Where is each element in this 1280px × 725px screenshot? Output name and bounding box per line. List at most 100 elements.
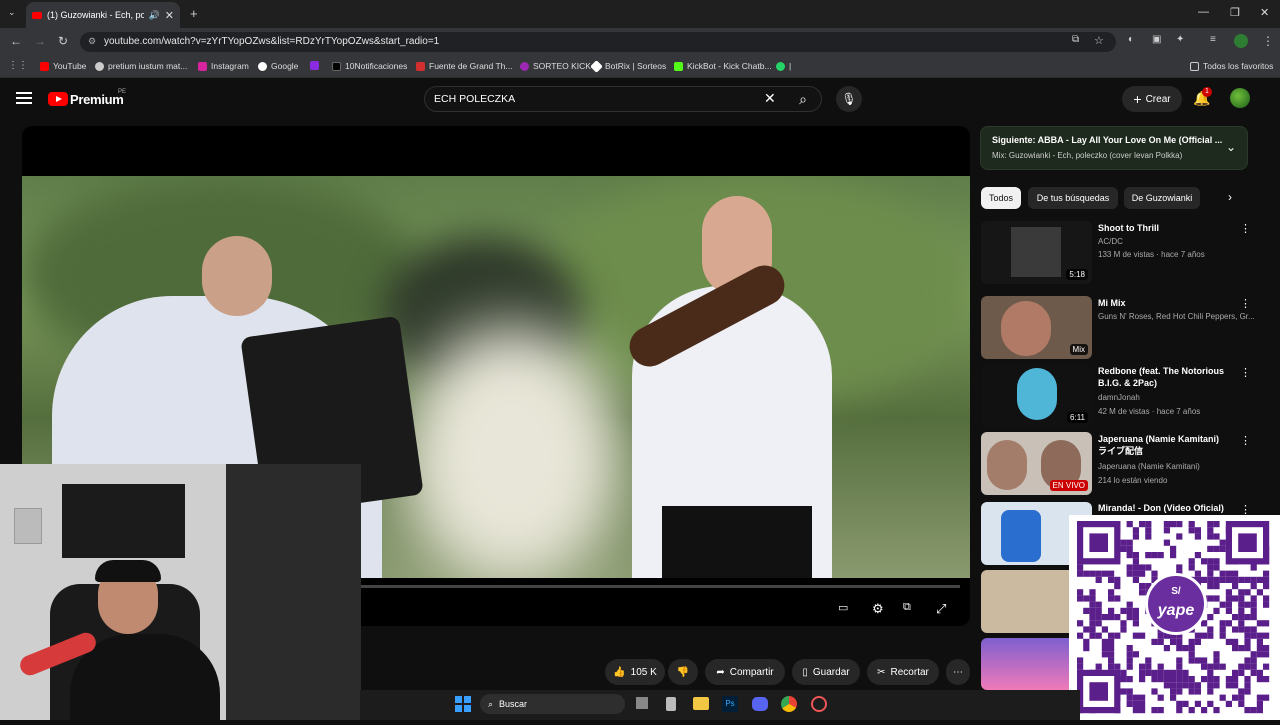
bookmark-google[interactable]: Google bbox=[258, 61, 298, 71]
bookmark-sorteo[interactable]: SORTEO KICK bbox=[520, 61, 591, 71]
video-channel[interactable]: AC/DC bbox=[1098, 237, 1123, 246]
extensions-puzzle-icon[interactable]: ✦ bbox=[1176, 34, 1184, 45]
forward-icon[interactable]: → bbox=[34, 34, 46, 48]
app-icon[interactable] bbox=[666, 697, 676, 711]
video-channel[interactable]: Guns N' Roses, Red Hot Chili Peppers, Gr… bbox=[1098, 312, 1255, 321]
video-thumbnail[interactable]: Mix bbox=[981, 296, 1092, 359]
url-text[interactable]: youtube.com/watch?v=zYrTYopOZws&list=RDz… bbox=[104, 36, 439, 47]
qr-module bbox=[1263, 663, 1270, 670]
mix-playlist-panel[interactable] bbox=[980, 126, 1248, 170]
save-button[interactable]: ▯ Guardar bbox=[792, 659, 860, 685]
windows-start-icon[interactable] bbox=[455, 696, 471, 712]
bookmark-whatsapp[interactable]: | bbox=[776, 61, 791, 71]
minimize-icon[interactable]: — bbox=[1198, 6, 1209, 18]
youtube-logo-icon[interactable] bbox=[48, 92, 68, 106]
qr-module bbox=[1170, 676, 1177, 683]
close-tab-icon[interactable]: ✕ bbox=[165, 9, 174, 22]
file-explorer-icon[interactable] bbox=[693, 697, 709, 710]
qr-module bbox=[1194, 700, 1201, 707]
photoshop-icon[interactable]: Ps bbox=[722, 696, 738, 712]
extension-icon[interactable]: ▣ bbox=[1152, 34, 1161, 45]
premium-logo-text[interactable]: Premium bbox=[70, 92, 124, 107]
qr-module bbox=[1139, 676, 1146, 683]
chevron-down-icon[interactable]: ⌄ bbox=[1226, 140, 1236, 154]
tab-list-icon[interactable]: ⌄ bbox=[8, 7, 16, 18]
chip-from-guzowianki[interactable]: De Guzowianki bbox=[1124, 187, 1200, 209]
clear-search-icon[interactable]: ✕ bbox=[764, 90, 776, 107]
bookmark-pretium[interactable]: pretium iustum mat... bbox=[95, 61, 187, 71]
bookmark-star-icon[interactable]: ☆ bbox=[1094, 34, 1104, 47]
video-title[interactable]: Japeruana (Namie Kamitani)ライブ配信 bbox=[1098, 433, 1228, 457]
chevron-right-icon[interactable]: › bbox=[1228, 190, 1232, 204]
reload-icon[interactable]: ↻ bbox=[58, 34, 68, 48]
qr-module bbox=[1244, 688, 1251, 695]
app-icon[interactable] bbox=[811, 696, 827, 712]
browser-tab[interactable]: (1) Guzowianki - Ech, polec 🔊 ✕ bbox=[26, 2, 180, 28]
bookmark-youtube[interactable]: YouTube bbox=[40, 61, 86, 71]
more-icon[interactable]: ⋮ bbox=[1240, 222, 1251, 235]
bookmark-star[interactable] bbox=[310, 61, 319, 70]
menu-icon[interactable] bbox=[16, 92, 32, 104]
dislike-button[interactable]: 👎 bbox=[668, 659, 698, 685]
profile-avatar[interactable] bbox=[1234, 34, 1248, 48]
window-close-icon[interactable]: ✕ bbox=[1260, 6, 1269, 19]
more-actions-button[interactable]: ⋯ bbox=[946, 659, 970, 685]
extension-icon[interactable]: ◐ bbox=[1128, 34, 1134, 45]
progress-bar[interactable] bbox=[360, 585, 960, 588]
qr-module bbox=[1139, 700, 1146, 707]
share-button[interactable]: ➦ Compartir bbox=[705, 659, 785, 685]
browser-menu-icon[interactable]: ⋮ bbox=[1262, 34, 1274, 48]
video-title[interactable]: Shoot to Thrill bbox=[1098, 222, 1228, 234]
create-button[interactable]: + Crear bbox=[1122, 86, 1182, 112]
qr-module bbox=[1126, 676, 1133, 683]
fullscreen-icon[interactable]: ⤢ bbox=[936, 601, 946, 617]
cast-icon[interactable]: ⧉ bbox=[1072, 34, 1079, 45]
bookmark-instagram[interactable]: Instagram bbox=[198, 61, 249, 71]
video-thumbnail[interactable]: 6:11 bbox=[981, 364, 1092, 427]
bookmark-x[interactable]: 10Notificaciones bbox=[332, 61, 407, 71]
bookmark-botrix[interactable]: BotRix | Sorteos bbox=[590, 59, 666, 73]
clip-label: Recortar bbox=[890, 666, 929, 678]
bookmark-fuente[interactable]: Fuente de Grand Th... bbox=[416, 61, 512, 71]
restore-icon[interactable]: ❐ bbox=[1230, 6, 1240, 19]
video-thumbnail[interactable]: 5:18 bbox=[981, 221, 1092, 284]
qr-module bbox=[1157, 676, 1164, 683]
chip-all[interactable]: Todos bbox=[981, 187, 1021, 209]
new-tab-icon[interactable]: + bbox=[190, 6, 198, 21]
video-title[interactable]: Miranda! - Don (Video Oficial) bbox=[1098, 502, 1224, 514]
video-channel[interactable]: damnJonah bbox=[1098, 393, 1140, 402]
qr-module bbox=[1213, 583, 1220, 590]
like-button[interactable]: 👍 105 K bbox=[605, 659, 665, 685]
task-view-icon[interactable] bbox=[636, 697, 648, 709]
video-title[interactable]: Redbone (feat. The Notorious B.I.G. & 2P… bbox=[1098, 365, 1228, 389]
microphone-icon[interactable]: 🎙 bbox=[836, 86, 862, 112]
more-icon[interactable]: ⋮ bbox=[1240, 434, 1251, 447]
taskbar-search[interactable]: ⌕ Buscar bbox=[480, 694, 625, 714]
account-avatar[interactable] bbox=[1230, 88, 1250, 108]
chip-from-searches[interactable]: De tus búsquedas bbox=[1028, 187, 1118, 209]
qr-module bbox=[1114, 663, 1121, 670]
settings-gear-icon[interactable]: ⚙ bbox=[872, 601, 884, 617]
site-info-icon[interactable]: ⚙ bbox=[88, 36, 96, 47]
all-bookmarks[interactable]: Todos los favoritos bbox=[1190, 61, 1273, 71]
qr-module bbox=[1250, 669, 1257, 676]
back-icon[interactable]: ← bbox=[10, 34, 22, 48]
bookmark-kickbot[interactable]: KickBot - Kick Chatb... bbox=[674, 61, 772, 71]
qr-module bbox=[1201, 576, 1208, 583]
video-channel[interactable]: Japeruana (Namie Kamitani) bbox=[1098, 462, 1200, 471]
discord-icon[interactable] bbox=[752, 697, 768, 711]
speaker-icon[interactable]: 🔊 bbox=[149, 10, 160, 21]
more-icon[interactable]: ⋮ bbox=[1240, 366, 1251, 379]
more-icon[interactable]: ⋮ bbox=[1240, 297, 1251, 310]
media-icon[interactable]: ≡ bbox=[1210, 34, 1216, 45]
video-thumbnail[interactable]: EN VIVO bbox=[981, 432, 1092, 495]
video-title[interactable]: Mi Mix bbox=[1098, 297, 1228, 309]
chrome-icon[interactable] bbox=[781, 696, 797, 712]
clip-button[interactable]: ✂ Recortar bbox=[867, 659, 939, 685]
qr-module bbox=[1207, 676, 1214, 683]
search-value[interactable]: ECH POLECZKA bbox=[434, 93, 515, 105]
subtitles-icon[interactable]: ▭ bbox=[838, 601, 848, 614]
search-button[interactable]: ⌕ bbox=[786, 86, 820, 112]
apps-icon[interactable]: ⋮⋮ bbox=[8, 60, 28, 71]
miniplayer-icon[interactable]: ⧉ bbox=[903, 601, 911, 614]
